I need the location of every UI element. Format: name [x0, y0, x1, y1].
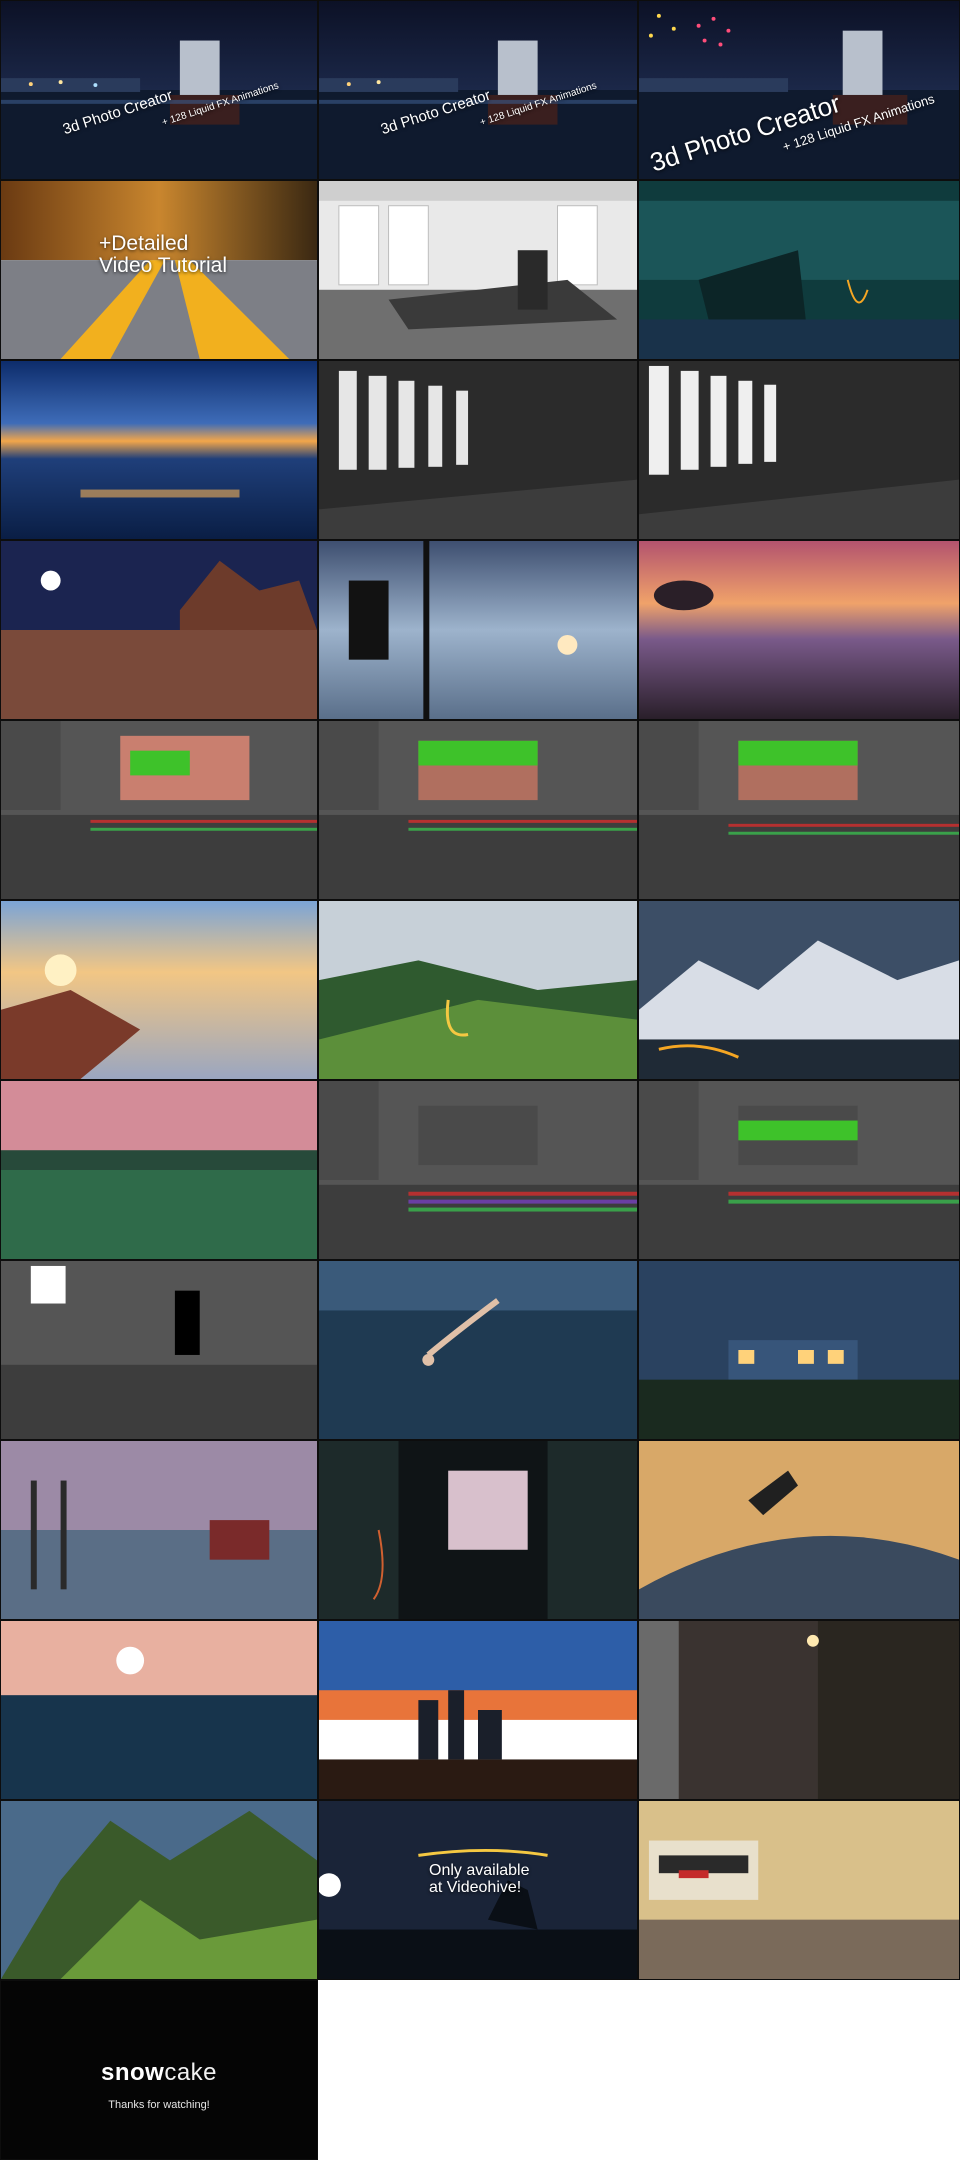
ocean-wave-sun-frame [0, 1620, 318, 1800]
brand-logo-bold: snow [100, 2059, 165, 2086]
pink-beach-frame [638, 540, 960, 720]
night-rock-frame: Only available at Videohive! [318, 1800, 638, 1980]
surfer-frame [638, 1440, 960, 1620]
brand-end-card: snowcake Thanks for watching! [0, 1980, 318, 2160]
harbor-night-fireworks-frame: 3d Photo Creator + 128 Liquid FX Animati… [638, 0, 960, 180]
desert-night-frame [0, 540, 318, 720]
corridor-bw-frame-1 [318, 360, 638, 540]
green-hills-frame [318, 900, 638, 1080]
thanks-message: Thanks for watching! [108, 2099, 210, 2111]
harbor-night-frame-1: 3d Photo Creator + 128 Liquid FX Animati… [0, 0, 318, 180]
blue-house-dusk-frame [638, 1260, 960, 1440]
editor-screen-frame-1 [0, 720, 318, 900]
snowy-mountains-frame [638, 900, 960, 1080]
editor-swimmer-frame-1 [318, 1080, 638, 1260]
alley-night-frame [638, 1620, 960, 1800]
editor-swimmer-frame-2 [638, 1080, 960, 1260]
availability-caption: Only available at Videohive! [429, 1862, 530, 1896]
brand-logo-light: cake [164, 2059, 218, 2086]
editor-screen-frame-3 [638, 720, 960, 900]
teal-lounge-frame [638, 180, 960, 360]
tutorial-caption: +Detailed Video Tutorial [99, 232, 228, 278]
brand-logo: snowcake [1, 2059, 317, 2087]
corridor-bw-frame-2 [638, 360, 960, 540]
swimmer-frame [318, 1260, 638, 1440]
preview-contact-sheet: 3d Photo Creator + 128 Liquid FX Animati… [0, 0, 960, 2160]
server-corridor-frame [318, 1440, 638, 1620]
green-field-pink-sky-frame [0, 1080, 318, 1260]
harbor-night-frame-2: 3d Photo Creator + 128 Liquid FX Animati… [318, 0, 638, 180]
editor-black-comp-frame [0, 1260, 318, 1440]
empty-cell [318, 1980, 638, 2160]
rocky-coast-sunrise-frame [0, 900, 318, 1080]
swing-couple-frame [318, 540, 638, 720]
dock-bridge-frame [0, 1440, 318, 1620]
editor-screen-frame-2 [318, 720, 638, 900]
city-skyline-dusk-frame [318, 1620, 638, 1800]
mountain-ruins-frame [0, 1800, 318, 1980]
autumn-road-frame: +Detailed Video Tutorial [0, 180, 318, 360]
empty-cell [638, 1980, 960, 2160]
ocean-sunset-frame [0, 360, 318, 540]
conference-room-frame [318, 180, 638, 360]
rally-car-frame [638, 1800, 960, 1980]
